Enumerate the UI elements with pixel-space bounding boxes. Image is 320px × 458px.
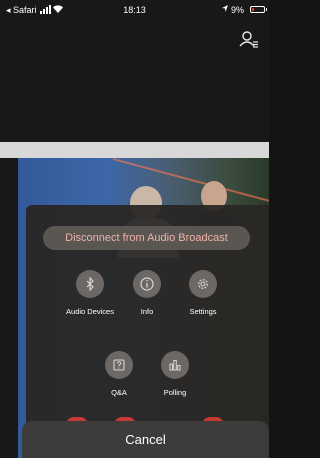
polling-button[interactable]: Polling	[145, 351, 205, 397]
info-icon	[140, 277, 154, 291]
gear-icon	[198, 279, 208, 289]
location-arrow-icon	[222, 5, 228, 12]
participants-icon[interactable]	[239, 30, 259, 48]
settings-label: Settings	[189, 307, 217, 316]
qa-button[interactable]: Q&A	[89, 351, 149, 397]
settings-button[interactable]: Settings	[173, 270, 233, 316]
cancel-button[interactable]: Cancel	[22, 421, 269, 458]
qa-label: Q&A	[111, 388, 127, 397]
polling-label: Polling	[163, 388, 187, 397]
divider-stripe	[0, 142, 269, 158]
disconnect-audio-broadcast-button[interactable]: Disconnect from Audio Broadcast	[43, 226, 250, 250]
audio-devices-label: Audio Devices	[66, 307, 114, 316]
qa-icon	[113, 359, 125, 371]
status-bar: ◂ Safari 18:13 9%	[0, 0, 269, 20]
polling-icon	[169, 360, 181, 371]
battery-icon	[250, 6, 267, 13]
bluetooth-icon	[86, 277, 94, 291]
info-button[interactable]: Info	[117, 270, 177, 316]
battery-percent: 9%	[231, 5, 245, 15]
info-label: Info	[140, 307, 154, 316]
audio-devices-button[interactable]: Audio Devices	[60, 270, 120, 316]
screen: ◂ Safari 18:13 9% Disconnect from Audio …	[0, 0, 269, 458]
